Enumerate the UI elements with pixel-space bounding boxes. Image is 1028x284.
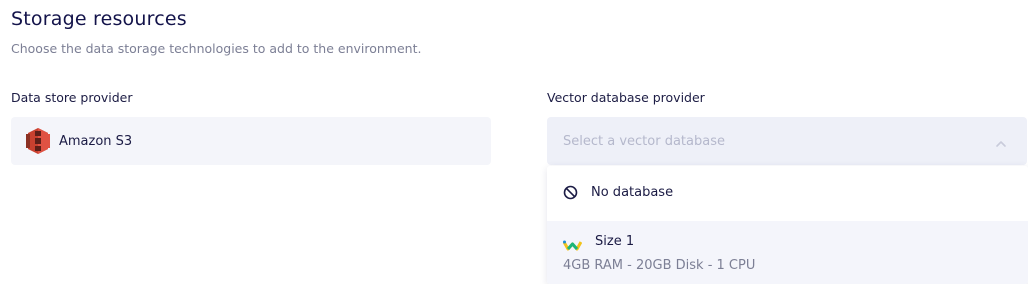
- option-size-1-description: 4GB RAM - 20GB Disk - 1 CPU: [563, 258, 756, 273]
- option-no-database[interactable]: No database: [547, 166, 1028, 221]
- amazon-s3-icon: [26, 128, 50, 154]
- option-no-database-label: No database: [591, 185, 674, 200]
- section-subtitle: Choose the data storage technologies to …: [11, 41, 422, 56]
- data-store-selected-value: Amazon S3: [59, 133, 133, 149]
- no-database-icon: [563, 185, 578, 200]
- vector-database-provider-label: Vector database provider: [547, 90, 705, 105]
- data-store-provider-label: Data store provider: [11, 90, 133, 105]
- vector-database-select[interactable]: Select a vector database: [547, 117, 1027, 165]
- chevron-up-icon[interactable]: [995, 135, 1007, 147]
- vector-database-placeholder: Select a vector database: [563, 133, 725, 149]
- option-size-1[interactable]: Size 1 4GB RAM - 20GB Disk - 1 CPU: [547, 221, 1028, 284]
- data-store-provider-select[interactable]: Amazon S3: [11, 117, 491, 165]
- option-size-1-label: Size 1: [595, 234, 635, 249]
- section-title: Storage resources: [11, 8, 187, 30]
- vector-database-dropdown-menu: No database Size 1 4GB RAM - 20GB Disk -…: [547, 166, 1028, 284]
- size-icon: [562, 236, 583, 251]
- storage-resources-page: Storage resources Choose the data storag…: [0, 0, 1028, 284]
